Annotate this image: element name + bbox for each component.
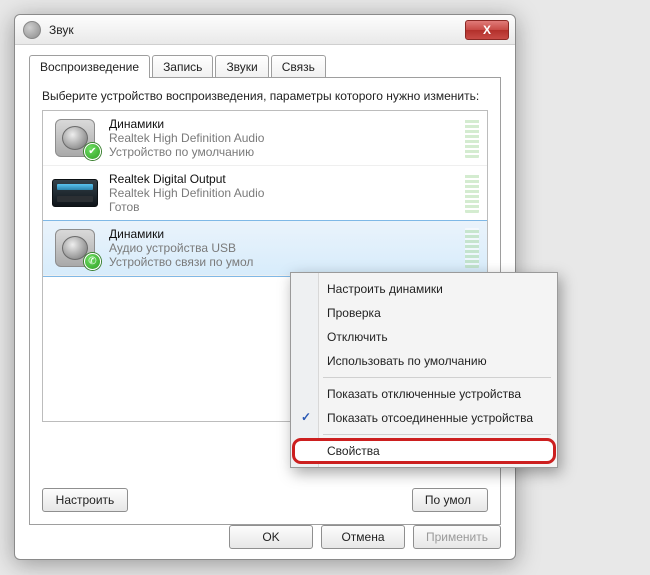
menu-item-disable[interactable]: Отключить xyxy=(293,325,555,349)
menu-item-set-default[interactable]: Использовать по умолчанию xyxy=(293,349,555,373)
menu-separator xyxy=(323,377,551,378)
set-default-button[interactable]: По умол xyxy=(412,488,488,512)
device-row[interactable]: Realtek Digital Output Realtek High Defi… xyxy=(43,166,487,221)
device-name: Динамики xyxy=(109,227,455,241)
apply-button[interactable]: Применить xyxy=(413,525,501,549)
menu-item-properties[interactable]: Свойства xyxy=(293,439,555,463)
device-row[interactable]: Динамики Realtek High Definition Audio У… xyxy=(43,111,487,166)
device-desc: Аудио устройства USB xyxy=(109,241,455,255)
configure-button[interactable]: Настроить xyxy=(42,488,128,512)
menu-item-configure-speakers[interactable]: Настроить динамики xyxy=(293,277,555,301)
device-text: Динамики Realtek High Definition Audio У… xyxy=(109,117,455,159)
comm-badge-icon xyxy=(84,253,101,270)
menu-item-test[interactable]: Проверка xyxy=(293,301,555,325)
context-menu: Настроить динамики Проверка Отключить Ис… xyxy=(290,272,558,468)
menu-item-show-disconnected[interactable]: Показать отсоединенные устройства xyxy=(293,406,555,430)
tab-sounds[interactable]: Звуки xyxy=(215,55,268,78)
level-meter-icon xyxy=(465,173,479,213)
spacer xyxy=(138,488,402,512)
device-name: Realtek Digital Output xyxy=(109,172,455,186)
menu-item-show-disabled[interactable]: Показать отключенные устройства xyxy=(293,382,555,406)
device-state: Устройство связи по умол xyxy=(109,255,455,269)
device-text: Realtek Digital Output Realtek High Defi… xyxy=(109,172,455,214)
dialog-buttons: OK Отмена Применить xyxy=(229,525,501,549)
window-title: Звук xyxy=(49,23,74,37)
cancel-button[interactable]: Отмена xyxy=(321,525,405,549)
set-default-label: По умол xyxy=(425,493,471,507)
tab-strip: Воспроизведение Запись Звуки Связь xyxy=(29,55,501,78)
close-button[interactable]: X xyxy=(465,20,509,40)
device-desc: Realtek High Definition Audio xyxy=(109,186,455,200)
device-desc: Realtek High Definition Audio xyxy=(109,131,455,145)
tab-playback[interactable]: Воспроизведение xyxy=(29,55,150,78)
tab-recording[interactable]: Запись xyxy=(152,55,213,78)
device-icon xyxy=(51,118,99,158)
level-meter-icon xyxy=(465,228,479,268)
panel-hint: Выберите устройство воспроизведения, пар… xyxy=(42,88,488,104)
device-state: Готов xyxy=(109,200,455,214)
sound-icon xyxy=(23,21,41,39)
menu-separator xyxy=(323,434,551,435)
device-state: Устройство по умолчанию xyxy=(109,145,455,159)
device-row[interactable]: Динамики Аудио устройства USB Устройство… xyxy=(43,221,487,276)
device-icon xyxy=(51,173,99,213)
tab-communications[interactable]: Связь xyxy=(271,55,326,78)
device-icon xyxy=(51,228,99,268)
default-badge-icon xyxy=(84,143,101,160)
device-name: Динамики xyxy=(109,117,455,131)
spdif-icon xyxy=(52,179,98,207)
ok-button[interactable]: OK xyxy=(229,525,313,549)
panel-buttons: Настроить По умол xyxy=(42,488,488,512)
device-text: Динамики Аудио устройства USB Устройство… xyxy=(109,227,455,269)
level-meter-icon xyxy=(465,118,479,158)
close-icon: X xyxy=(483,23,491,37)
titlebar: Звук X xyxy=(15,15,515,45)
